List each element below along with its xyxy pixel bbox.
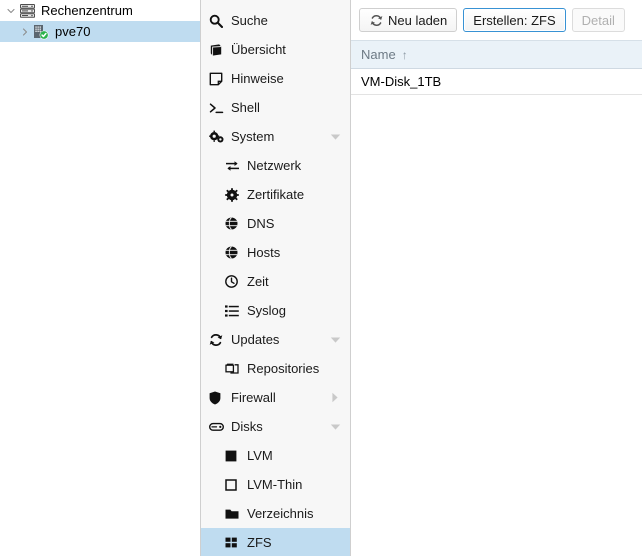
- disk-icon: [209, 419, 229, 435]
- zfs-content-panel: Neu laden Erstellen: ZFS Detail Name ↑ V…: [351, 0, 642, 556]
- detail-button[interactable]: Detail: [571, 8, 625, 32]
- chevron-down-icon[interactable]: [329, 334, 341, 346]
- square-outline-icon: [225, 477, 245, 493]
- node-menu-panel: Suche Übersicht Hinweise Shell System Ne…: [201, 0, 351, 556]
- menu-item-label: Repositories: [247, 361, 320, 376]
- zfs-grid: Name ↑ VM-Disk_1TB: [351, 40, 642, 556]
- reload-button-label: Neu laden: [388, 12, 448, 28]
- chevron-down-icon[interactable]: [4, 4, 18, 18]
- note-icon: [209, 71, 229, 87]
- column-header-name[interactable]: Name: [361, 47, 396, 62]
- menu-item-hinweise[interactable]: Hinweise: [201, 64, 350, 93]
- menu-item-syslog[interactable]: Syslog: [201, 296, 350, 325]
- refresh-icon: [209, 332, 229, 348]
- menu-item-label: Syslog: [247, 303, 287, 318]
- tree-item-label: pve70: [55, 24, 91, 39]
- table-row[interactable]: VM-Disk_1TB: [351, 69, 642, 95]
- node-online-icon: [32, 24, 50, 40]
- menu-item-shell[interactable]: Shell: [201, 93, 350, 122]
- menu-item-label: ZFS: [247, 535, 272, 550]
- zfs-toolbar: Neu laden Erstellen: ZFS Detail: [351, 0, 642, 40]
- tree-item-label: Rechenzentrum: [41, 3, 133, 18]
- datacenter-icon: [18, 3, 36, 19]
- gears-icon: [209, 129, 229, 145]
- menu-item-system[interactable]: System: [201, 122, 350, 151]
- menu-item-zertifikate[interactable]: Zertifikate: [201, 180, 350, 209]
- grid-header-row: Name ↑: [351, 41, 642, 69]
- menu-item-label: Zeit: [247, 274, 269, 289]
- menu-item-updates[interactable]: Updates: [201, 325, 350, 354]
- reload-button[interactable]: Neu laden: [359, 8, 458, 32]
- folder-icon: [225, 506, 245, 522]
- chevron-right-icon[interactable]: [329, 392, 341, 404]
- menu-item-label: Übersicht: [231, 42, 286, 57]
- menu-item-verzeichnis[interactable]: Verzeichnis: [201, 499, 350, 528]
- grid-squares-icon: [225, 535, 245, 551]
- menu-item-label: LVM: [247, 448, 273, 463]
- create-zfs-button[interactable]: Erstellen: ZFS: [463, 8, 566, 32]
- menu-item-label: DNS: [247, 216, 275, 231]
- menu-item-label: Hinweise: [231, 71, 284, 86]
- menu-item-lvm[interactable]: LVM: [201, 441, 350, 470]
- menu-item-firewall[interactable]: Firewall: [201, 383, 350, 412]
- chevron-right-icon[interactable]: [18, 25, 32, 39]
- menu-item-netzwerk[interactable]: Netzwerk: [201, 151, 350, 180]
- copy-icon: [225, 361, 245, 377]
- menu-item-label: Disks: [231, 419, 263, 434]
- square-filled-icon: [225, 448, 245, 464]
- globe-icon: [225, 216, 245, 232]
- menu-item-suche[interactable]: Suche: [201, 6, 350, 35]
- proxmox-ve-window: Rechenzentrum pve70 Suche Übersicht Hinw…: [0, 0, 642, 556]
- menu-item-label: Updates: [231, 332, 280, 347]
- menu-item-label: Verzeichnis: [247, 506, 314, 521]
- menu-item-label: Shell: [231, 100, 260, 115]
- menu-item-zfs[interactable]: ZFS: [201, 528, 350, 556]
- clock-icon: [225, 274, 245, 290]
- menu-item-label: Netzwerk: [247, 158, 302, 173]
- menu-item-label: Firewall: [231, 390, 276, 405]
- create-zfs-button-label: Erstellen: ZFS: [473, 12, 556, 28]
- book-icon: [209, 42, 229, 58]
- menu-item-hosts[interactable]: Hosts: [201, 238, 350, 267]
- detail-button-label: Detail: [581, 12, 615, 28]
- shield-icon: [209, 390, 229, 406]
- menu-item-zeit[interactable]: Zeit: [201, 267, 350, 296]
- menu-item-label: LVM-Thin: [247, 477, 303, 492]
- menu-item-dns[interactable]: DNS: [201, 209, 350, 238]
- list-icon: [225, 303, 245, 319]
- menu-item-disks[interactable]: Disks: [201, 412, 350, 441]
- menu-item-lvm-thin[interactable]: LVM-Thin: [201, 470, 350, 499]
- menu-item-uebersicht[interactable]: Übersicht: [201, 35, 350, 64]
- terminal-icon: [209, 100, 229, 116]
- grid-empty-area: [351, 95, 642, 556]
- chevron-down-icon[interactable]: [329, 421, 341, 433]
- network-icon: [225, 158, 245, 174]
- cell-name: VM-Disk_1TB: [361, 74, 442, 89]
- menu-item-label: Suche: [231, 13, 268, 28]
- certificate-icon: [225, 187, 245, 203]
- menu-item-repositories[interactable]: Repositories: [201, 354, 350, 383]
- menu-item-label: Zertifikate: [247, 187, 305, 202]
- chevron-down-icon[interactable]: [329, 131, 341, 143]
- globe-icon: [225, 245, 245, 261]
- search-icon: [209, 13, 229, 29]
- tree-item-datacenter[interactable]: Rechenzentrum: [0, 0, 200, 21]
- tree-item-pve70[interactable]: pve70: [0, 21, 200, 42]
- refresh-icon: [369, 13, 383, 27]
- sort-ascending-icon[interactable]: ↑: [402, 48, 408, 62]
- resource-tree-panel: Rechenzentrum pve70: [0, 0, 201, 556]
- menu-item-label: System: [231, 129, 275, 144]
- menu-item-label: Hosts: [247, 245, 281, 260]
